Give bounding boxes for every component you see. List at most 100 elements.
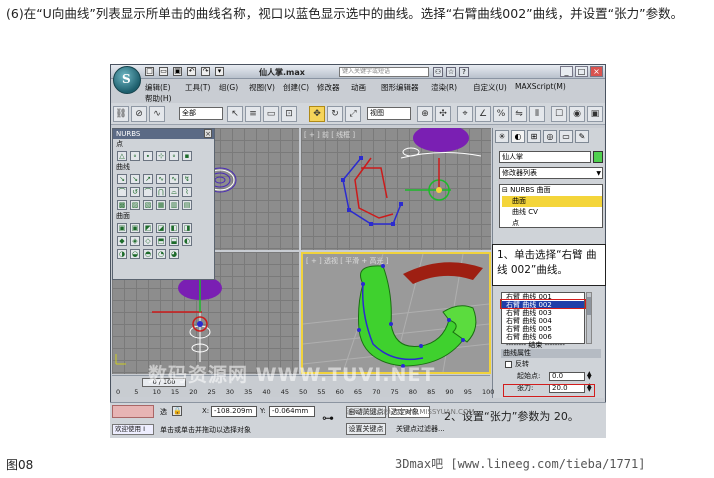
surface-tool-icon[interactable]: ◒ bbox=[130, 248, 140, 259]
surface-tool-icon[interactable]: ▣ bbox=[117, 222, 127, 233]
quick-access-icon[interactable]: ↶ bbox=[187, 67, 196, 76]
surface-tool-icon[interactable]: ◩ bbox=[143, 222, 153, 233]
surface-tool-icon[interactable]: ◔ bbox=[156, 248, 166, 259]
app-logo-button[interactable]: S bbox=[113, 66, 141, 94]
surface-tool-icon[interactable]: ◓ bbox=[143, 248, 153, 259]
hierarchy-tab-icon[interactable]: ⊞ bbox=[527, 130, 541, 143]
point-tool-icon[interactable]: ⊹ bbox=[156, 150, 166, 161]
maximize-button[interactable]: □ bbox=[575, 66, 588, 77]
motion-tab-icon[interactable]: ◎ bbox=[543, 130, 557, 143]
viewport-front[interactable]: [ + ] 前 [ 线框 ] bbox=[301, 128, 491, 250]
curve-tool-icon[interactable]: ↘ bbox=[130, 173, 140, 184]
quick-access-icon[interactable]: ↷ bbox=[201, 67, 210, 76]
close-button[interactable]: × bbox=[590, 66, 603, 77]
point-tool-icon[interactable]: ∘ bbox=[169, 150, 179, 161]
menu-item[interactable]: 动画 bbox=[351, 82, 366, 93]
quick-access-icon[interactable]: □ bbox=[145, 67, 154, 76]
curve-list-item[interactable]: 右臂 曲线 006 bbox=[502, 333, 584, 341]
menu-item[interactable]: 编辑(E) bbox=[145, 82, 171, 93]
surface-tool-icon[interactable]: ◑ bbox=[117, 248, 127, 259]
quick-access-icon[interactable]: ▭ bbox=[159, 67, 168, 76]
utilities-tab-icon[interactable]: ✎ bbox=[575, 130, 589, 143]
curve-list-item[interactable]: 右臂 曲线 005 bbox=[502, 325, 584, 333]
modifier-stack-item[interactable]: 点 bbox=[502, 218, 602, 229]
selection-filter-dropdown[interactable]: 全部 bbox=[179, 107, 223, 120]
create-tab-icon[interactable]: ✳ bbox=[495, 130, 509, 143]
surface-tool-icon[interactable]: ◨ bbox=[182, 222, 192, 233]
modifier-list-dropdown[interactable]: 修改器列表 ▼ bbox=[499, 167, 603, 179]
surface-tool-icon[interactable]: ◇ bbox=[143, 235, 153, 246]
move-icon[interactable]: ✥ bbox=[309, 106, 325, 122]
curve-list-item[interactable]: 右臂 曲线 003 bbox=[502, 309, 584, 317]
bind-icon[interactable]: ∿ bbox=[149, 106, 165, 122]
quick-access-icon[interactable]: ▾ bbox=[215, 67, 224, 76]
modifier-stack-item[interactable]: ⊟ NURBS 曲面 bbox=[502, 185, 602, 196]
title-tool-icon[interactable]: ☆ bbox=[446, 67, 456, 77]
curve-tool-icon[interactable]: ▩ bbox=[117, 199, 127, 210]
curve-tool-icon[interactable]: ↯ bbox=[182, 173, 192, 184]
curve-list-item[interactable]: 右臂 曲线 004 bbox=[502, 317, 584, 325]
viewport-perspective[interactable]: [ + ] 透视 [ 平滑 + 高光 ] bbox=[301, 252, 491, 374]
scale-icon[interactable]: ⤢ bbox=[345, 106, 361, 122]
surface-tool-icon[interactable]: ◆ bbox=[117, 235, 127, 246]
surface-tool-icon[interactable]: ◕ bbox=[169, 248, 179, 259]
curve-list-scroll-thumb[interactable] bbox=[587, 297, 591, 315]
surface-tool-icon[interactable]: ▣ bbox=[130, 222, 140, 233]
mirror-icon[interactable]: ⇋ bbox=[511, 106, 527, 122]
link-icon[interactable]: ⛓ bbox=[113, 106, 129, 122]
unlink-icon[interactable]: ⊘ bbox=[131, 106, 147, 122]
start-point-input[interactable]: 0.0 bbox=[549, 372, 585, 381]
modifier-stack-item[interactable]: 曲面 bbox=[502, 196, 602, 207]
surface-tool-icon[interactable]: ⬓ bbox=[169, 235, 179, 246]
select-icon[interactable]: ↖ bbox=[227, 106, 243, 122]
render-icon[interactable]: ◉ bbox=[569, 106, 585, 122]
region-select-icon[interactable]: ▭ bbox=[263, 106, 279, 122]
point-tool-icon[interactable]: ∘ bbox=[130, 150, 140, 161]
align-icon[interactable]: ⫴ bbox=[529, 106, 545, 122]
curve-tool-icon[interactable]: ▧ bbox=[143, 199, 153, 210]
curve-list-scrollbar[interactable] bbox=[586, 292, 592, 344]
curve-tool-icon[interactable]: ▥ bbox=[169, 199, 179, 210]
menu-item[interactable]: 修改器 bbox=[317, 82, 340, 93]
surface-tool-icon[interactable]: ◧ bbox=[169, 222, 179, 233]
spinner-icon[interactable]: ▲ ▼ bbox=[587, 371, 592, 381]
curve-tool-icon[interactable]: ▦ bbox=[156, 199, 166, 210]
select-by-name-icon[interactable]: ≡ bbox=[245, 106, 261, 122]
menu-item[interactable]: 视图(V) bbox=[249, 82, 275, 93]
object-name-field[interactable]: 仙人掌 bbox=[499, 151, 591, 163]
title-tool-icon[interactable]: ⚇ bbox=[433, 67, 443, 77]
curve-tool-icon[interactable]: ↺ bbox=[130, 186, 140, 197]
curve-tool-icon[interactable]: ⌇ bbox=[182, 186, 192, 197]
curve-tool-icon[interactable]: ∿ bbox=[156, 173, 166, 184]
curve-tool-icon[interactable]: ∿ bbox=[169, 173, 179, 184]
surface-tool-icon[interactable]: ◪ bbox=[156, 222, 166, 233]
render-frame-icon[interactable]: ▣ bbox=[587, 106, 603, 122]
menu-item[interactable]: 工具(T) bbox=[185, 82, 210, 93]
render-setup-icon[interactable]: ☐ bbox=[551, 106, 567, 122]
minimize-button[interactable]: _ bbox=[560, 66, 573, 77]
surface-tool-icon[interactable]: ◐ bbox=[182, 235, 192, 246]
modifier-stack-item[interactable]: 曲线 CV bbox=[502, 207, 602, 218]
pivot-icon[interactable]: ⊕ bbox=[417, 106, 433, 122]
curve-tool-icon[interactable]: ⌓ bbox=[169, 186, 179, 197]
menu-item[interactable]: 渲染(R) bbox=[431, 82, 457, 93]
curve-tool-icon[interactable]: ▨ bbox=[130, 199, 140, 210]
point-tool-icon[interactable]: ∙ bbox=[143, 150, 153, 161]
title-tool-icon[interactable]: ? bbox=[459, 67, 469, 77]
surface-tool-icon[interactable]: ⬒ bbox=[156, 235, 166, 246]
object-color-swatch[interactable] bbox=[593, 151, 603, 163]
select-manipulate-icon[interactable]: ✣ bbox=[435, 106, 451, 122]
point-tool-icon[interactable]: △ bbox=[117, 150, 127, 161]
rotate-icon[interactable]: ↻ bbox=[327, 106, 343, 122]
menu-item[interactable]: MAXScript(M) bbox=[515, 82, 566, 91]
reverse-checkbox[interactable] bbox=[505, 360, 512, 368]
reference-coord-dropdown[interactable]: 视图 bbox=[367, 107, 411, 120]
curve-tool-icon[interactable]: ↘ bbox=[117, 173, 127, 184]
curve-tool-icon[interactable]: ⌒ bbox=[143, 186, 153, 197]
menu-item[interactable]: 创建(C) bbox=[283, 82, 309, 93]
curve-list-item[interactable]: -------- 结束 -------- bbox=[502, 341, 584, 349]
menu-item[interactable]: 自定义(U) bbox=[473, 82, 507, 93]
window-crossing-icon[interactable]: ⊡ bbox=[281, 106, 297, 122]
percent-snap-icon[interactable]: % bbox=[493, 106, 509, 122]
angle-snap-icon[interactable]: ∠ bbox=[475, 106, 491, 122]
